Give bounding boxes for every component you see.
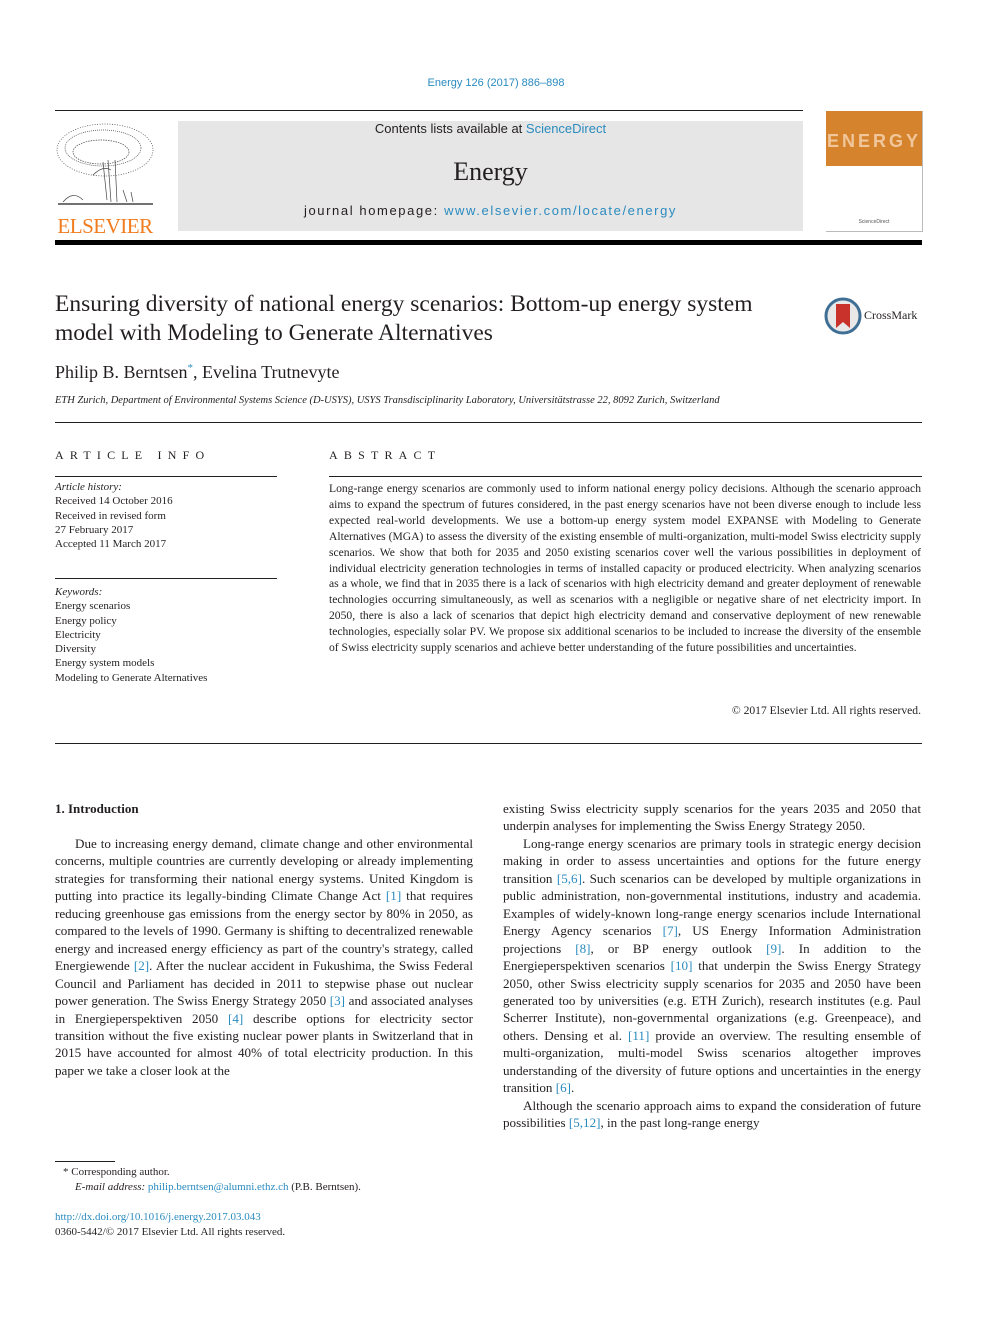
footnote-divider [55, 1161, 115, 1162]
history-item: 27 February 2017 [55, 523, 134, 536]
history-item: Received 14 October 2016 [55, 495, 173, 508]
citation-link[interactable]: [3] [330, 993, 345, 1008]
section-heading-introduction: 1. Introduction [55, 801, 139, 816]
keyword-item: Energy system models [55, 657, 155, 670]
journal-cover-image[interactable]: ENERGY ScienceDirect [826, 111, 923, 232]
body-paragraph: Due to increasing energy demand, climate… [55, 835, 473, 1079]
article-info-heading: ARTICLE INFO [55, 448, 211, 462]
journal-homepage: journal homepage: www.elsevier.com/locat… [178, 203, 803, 218]
citation-link[interactable]: [6] [556, 1080, 571, 1095]
body-column-right: existing Swiss electricity supply scenar… [503, 800, 921, 1132]
abstract-divider [329, 476, 922, 477]
email-note: E-mail address: philip.berntsen@alumni.e… [55, 1180, 361, 1195]
affiliation: ETH Zurich, Department of Environmental … [55, 395, 720, 406]
body-paragraph: Although the scenario approach aims to e… [503, 1097, 921, 1132]
header-thick-divider [55, 240, 922, 245]
article-history-label: Article history: [55, 481, 122, 493]
footnotes: * Corresponding author. E-mail address: … [55, 1165, 361, 1195]
citation-link[interactable]: [7] [663, 923, 678, 938]
body-text: , in the past long-range energy [600, 1115, 760, 1131]
abstract-heading: ABSTRACT [329, 448, 442, 462]
homepage-label: journal homepage: [303, 203, 445, 218]
header-divider [55, 110, 803, 111]
citation-link[interactable]: [2] [134, 958, 149, 973]
author-separator: , [193, 362, 203, 382]
email-label: E-mail address: [75, 1181, 148, 1193]
citation-link[interactable]: [4] [228, 1011, 243, 1026]
body-paragraph: Long-range energy scenarios are primary … [503, 835, 921, 1097]
keywords-label: Keywords: [55, 586, 103, 598]
body-text: existing Swiss electricity supply scenar… [503, 801, 921, 834]
history-item: Received in revised form [55, 509, 166, 522]
keyword-item: Diversity [55, 643, 96, 656]
elsevier-wordmark: ELSEVIER [57, 214, 153, 238]
history-item: Accepted 11 March 2017 [55, 538, 167, 551]
doi-link[interactable]: http://dx.doi.org/10.1016/j.energy.2017.… [55, 1210, 285, 1225]
citation-link[interactable]: [10] [671, 958, 693, 973]
citation-link[interactable]: [9] [766, 941, 781, 956]
article-title: Ensuring diversity of national energy sc… [55, 291, 753, 346]
journal-banner: Contents lists available at ScienceDirec… [178, 121, 803, 231]
crossmark-label: CrossMark [864, 308, 918, 322]
citation-link[interactable]: [8] [575, 941, 590, 956]
crossmark-icon [824, 297, 862, 335]
crossmark-button[interactable]: CrossMark [824, 296, 924, 336]
keywords: Keywords: Energy scenarios Energy policy… [55, 585, 277, 685]
journal-citation[interactable]: Energy 126 (2017) 886–898 [0, 77, 992, 89]
corresponding-author-note: * Corresponding author. [63, 1166, 170, 1178]
citation-link[interactable]: [5,6] [557, 871, 582, 886]
email-suffix: (P.B. Berntsen). [288, 1181, 361, 1193]
body-text: , or BP energy outlook [590, 940, 767, 956]
author-name[interactable]: Evelina Trutnevyte [202, 362, 340, 382]
keywords-divider [55, 578, 277, 579]
doi-block: http://dx.doi.org/10.1016/j.energy.2017.… [55, 1210, 285, 1240]
cover-banner: ENERGY [826, 111, 922, 166]
body-text: . [571, 1080, 575, 1096]
article-info-divider [55, 476, 277, 477]
contents-prefix: Contents lists available at [374, 121, 526, 136]
elsevier-logo[interactable]: ELSEVIER [53, 120, 157, 237]
abstract-copyright: © 2017 Elsevier Ltd. All rights reserved… [731, 704, 921, 717]
keyword-item: Energy scenarios [55, 600, 131, 613]
elsevier-tree-icon [56, 123, 154, 205]
cover-footer: ScienceDirect [858, 219, 890, 225]
homepage-link[interactable]: www.elsevier.com/locate/energy [444, 203, 677, 218]
cover-title: ENERGY [826, 131, 922, 151]
citation-link[interactable]: [5,12] [569, 1115, 601, 1130]
author-list: Philip B. Berntsen*, Evelina Trutnevyte [55, 362, 340, 383]
body-column-left: Due to increasing energy demand, climate… [55, 835, 473, 1079]
email-link[interactable]: philip.berntsen@alumni.ethz.ch [148, 1181, 289, 1193]
article-history: Article history: Received 14 October 201… [55, 480, 277, 551]
body-paragraph: existing Swiss electricity supply scenar… [503, 800, 921, 835]
contents-line: Contents lists available at ScienceDirec… [178, 121, 803, 137]
title-divider [55, 422, 922, 423]
keyword-item: Electricity [55, 628, 101, 641]
citation-link[interactable]: [1] [386, 888, 401, 903]
abstract-bottom-divider [55, 743, 922, 744]
citation-link[interactable]: [11] [628, 1028, 649, 1043]
author-name[interactable]: Philip B. Berntsen [55, 362, 188, 382]
keyword-item: Modeling to Generate Alternatives [55, 671, 208, 684]
sciencedirect-link[interactable]: ScienceDirect [526, 121, 606, 136]
journal-title: Energy [453, 157, 528, 186]
issn-copyright: 0360-5442/© 2017 Elsevier Ltd. All right… [55, 1226, 286, 1238]
keyword-item: Energy policy [55, 614, 117, 627]
abstract-text: Long-range energy scenarios are commonly… [329, 482, 921, 655]
